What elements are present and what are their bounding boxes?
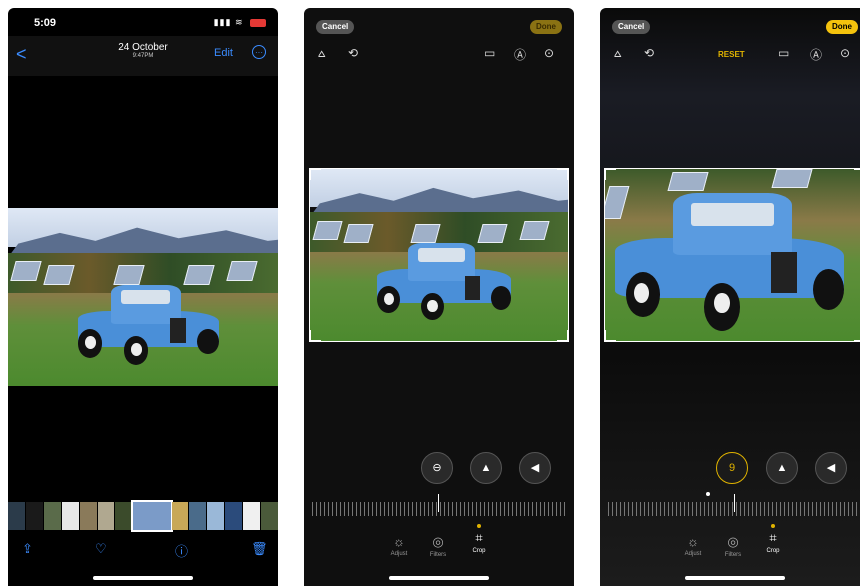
share-icon[interactable]: ⇪ bbox=[22, 541, 33, 557]
straighten-button-active[interactable]: 9 bbox=[716, 452, 748, 484]
crop-corner-handle[interactable] bbox=[557, 169, 568, 180]
thumbnail[interactable] bbox=[171, 502, 189, 530]
more-icon[interactable]: ⊙ bbox=[840, 46, 850, 60]
active-tab-indicator bbox=[771, 524, 775, 528]
filters-icon: ◎ bbox=[432, 534, 444, 549]
status-icons: ▮▮▮ ≋ bbox=[214, 17, 266, 28]
info-icon[interactable]: ⓘ bbox=[175, 541, 188, 560]
thumbnail[interactable] bbox=[189, 502, 207, 530]
crop-corner-handle[interactable] bbox=[310, 169, 321, 180]
aspect-ratio-icon[interactable]: ▭ bbox=[484, 46, 495, 60]
thumbnail[interactable] bbox=[261, 502, 278, 530]
thumbnail[interactable] bbox=[225, 502, 243, 530]
crop-icon: ⌗ bbox=[769, 530, 777, 545]
rotate-icon[interactable]: ⟲ bbox=[348, 46, 358, 60]
home-indicator bbox=[685, 576, 785, 580]
more-options-icon[interactable]: ··· bbox=[252, 45, 266, 59]
thumbnail[interactable] bbox=[43, 502, 61, 530]
filters-icon: ◎ bbox=[727, 534, 739, 549]
rotate-icon[interactable]: ⟲ bbox=[644, 46, 654, 60]
horizontal-perspective-button[interactable]: ◀ bbox=[519, 452, 551, 484]
crop-editor-adjusted-screen: Cancel Done ⩟ ⟲ RESET ▭ Ⓐ ⊙ 9 ▲ ◀ ☼ Adju… bbox=[600, 8, 860, 586]
home-indicator bbox=[389, 576, 489, 580]
horizontal-perspective-button[interactable]: ◀ bbox=[815, 452, 847, 484]
adjust-icon: ☼ bbox=[393, 534, 405, 549]
crop-corner-handle[interactable] bbox=[854, 330, 860, 341]
thumbnail[interactable] bbox=[97, 502, 115, 530]
photo-time: 9:47PM bbox=[132, 53, 154, 59]
crop-corner-handle[interactable] bbox=[605, 330, 616, 341]
straighten-icon[interactable]: ⩟ bbox=[614, 46, 621, 61]
crop-icon: ⌗ bbox=[475, 530, 483, 545]
home-indicator bbox=[93, 576, 193, 580]
status-time: 5:09 bbox=[34, 17, 57, 29]
tab-adjust[interactable]: ☼ Adjust bbox=[678, 534, 708, 557]
crop-editor-screen: Cancel Done ⩟ ⟲ ▭ Ⓐ ⊙ ⊖ ▲ ◀ ☼ Adjust ◎ F… bbox=[304, 8, 574, 586]
straighten-icon[interactable]: ⩟ bbox=[318, 46, 325, 61]
crop-corner-handle[interactable] bbox=[854, 169, 860, 180]
favorite-icon[interactable]: ♡ bbox=[95, 541, 107, 557]
tab-crop[interactable]: ⌗ Crop bbox=[464, 524, 494, 554]
thumbnail[interactable] bbox=[243, 502, 261, 530]
adjust-icon: ☼ bbox=[687, 534, 699, 549]
thumbnail[interactable] bbox=[79, 502, 97, 530]
thumbnail[interactable] bbox=[8, 502, 25, 530]
aspect-ratio-icon[interactable]: ▭ bbox=[778, 46, 789, 60]
reset-button[interactable]: RESET bbox=[718, 50, 745, 59]
done-button[interactable]: Done bbox=[826, 20, 858, 34]
crop-corner-handle[interactable] bbox=[557, 330, 568, 341]
edit-button[interactable]: Edit bbox=[214, 47, 233, 59]
done-button[interactable]: Done bbox=[530, 20, 562, 34]
tab-crop[interactable]: ⌗ Crop bbox=[758, 524, 788, 554]
tab-filters[interactable]: ◎ Filters bbox=[718, 534, 748, 558]
crop-photo[interactable] bbox=[309, 168, 569, 342]
active-tab-indicator bbox=[477, 524, 481, 528]
thumbnail-selected[interactable] bbox=[131, 500, 173, 532]
thumbnail[interactable] bbox=[61, 502, 79, 530]
crop-photo-zoomed[interactable] bbox=[604, 168, 860, 342]
vertical-perspective-button[interactable]: ▲ bbox=[766, 452, 798, 484]
thumbnail[interactable] bbox=[115, 502, 133, 530]
wifi-icon: ≋ bbox=[234, 17, 244, 27]
signal-icon: ▮▮▮ bbox=[213, 17, 232, 27]
battery-icon bbox=[250, 18, 266, 27]
ruler-indicator bbox=[438, 494, 439, 512]
thumbnail[interactable] bbox=[25, 502, 43, 530]
main-photo bbox=[8, 208, 278, 386]
cancel-button[interactable]: Cancel bbox=[612, 20, 651, 34]
angle-ruler[interactable] bbox=[312, 502, 566, 516]
vertical-perspective-button[interactable]: ▲ bbox=[470, 452, 502, 484]
tab-adjust[interactable]: ☼ Adjust bbox=[384, 534, 414, 557]
markup-icon[interactable]: Ⓐ bbox=[810, 46, 822, 63]
markup-icon[interactable]: Ⓐ bbox=[514, 46, 526, 63]
cancel-button[interactable]: Cancel bbox=[316, 20, 355, 34]
thumbnail-strip[interactable] bbox=[8, 500, 278, 532]
straighten-button[interactable]: ⊖ bbox=[421, 452, 453, 484]
crop-corner-handle[interactable] bbox=[605, 169, 616, 180]
tab-filters[interactable]: ◎ Filters bbox=[423, 534, 453, 558]
photo-viewer-screen: 5:09 ▮▮▮ ≋ < 24 October 9:47PM Edit ··· bbox=[8, 8, 278, 586]
more-icon[interactable]: ⊙ bbox=[544, 46, 554, 60]
crop-corner-handle[interactable] bbox=[310, 330, 321, 341]
delete-icon[interactable]: 🗑 bbox=[251, 541, 268, 557]
ruler-origin-dot bbox=[706, 492, 710, 496]
photo-date: 24 October bbox=[118, 42, 168, 53]
thumbnail[interactable] bbox=[207, 502, 225, 530]
ruler-indicator bbox=[734, 494, 735, 512]
